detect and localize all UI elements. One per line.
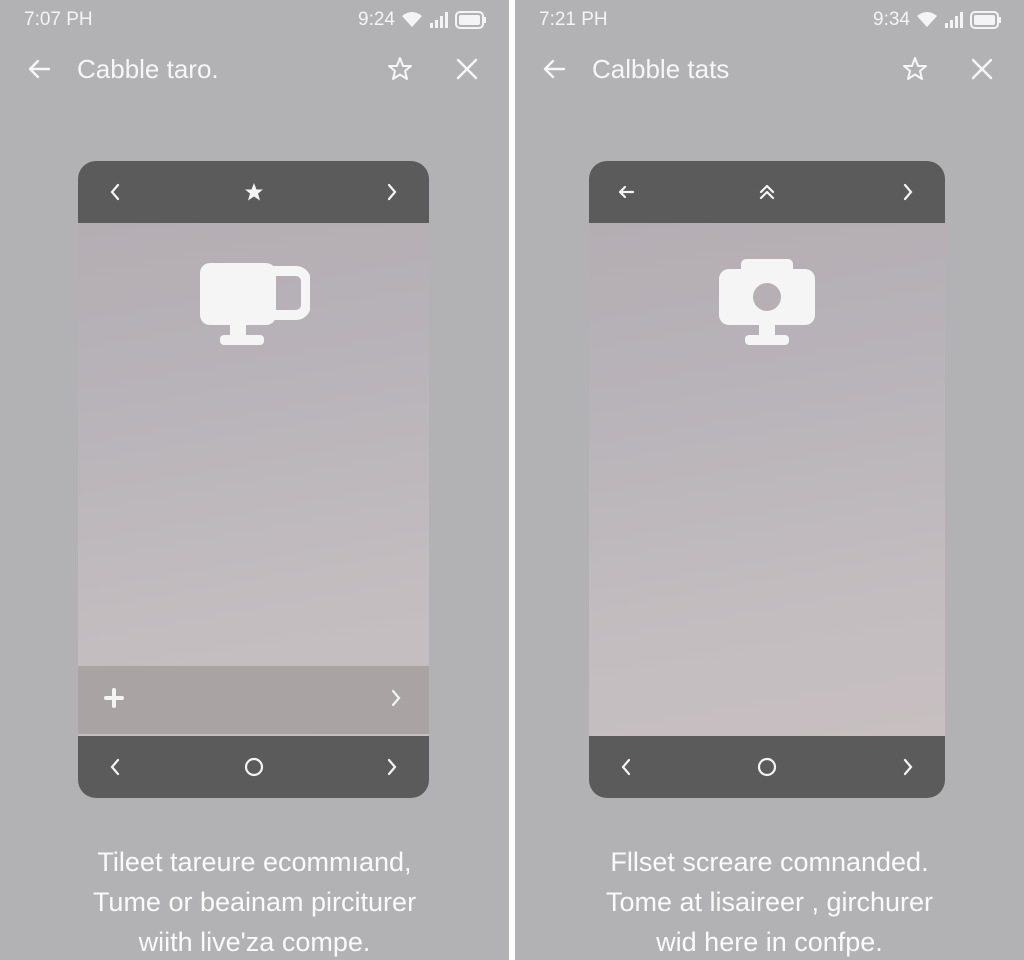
card-bottom-bar — [78, 736, 429, 798]
add-icon[interactable] — [104, 687, 124, 713]
page-title: Calbble tats — [592, 54, 730, 84]
app-bar: Calbble tats — [515, 44, 1024, 94]
caption-line: wid here in confpe. — [656, 927, 883, 957]
page-title: Cabble taro. — [77, 54, 219, 84]
caption-line: Tome at lisaireer , girchurer — [605, 887, 934, 917]
chevron-left-icon[interactable] — [102, 754, 128, 780]
caption-line: Tume or beainam pirciturer — [92, 887, 417, 917]
preview-card — [589, 161, 945, 798]
card-bottom-bar — [589, 736, 945, 798]
caption-line: wiith live'za compe. — [138, 927, 371, 957]
screen-right: 7:21 PH 9:34 Calbble tats Fllset screare… — [515, 0, 1024, 960]
chevron-right-icon[interactable] — [895, 179, 921, 205]
battery-icon — [970, 11, 1001, 29]
wifi-icon — [402, 12, 422, 27]
star-filled-icon[interactable] — [241, 179, 267, 205]
caption-line: Tileet tareure ecommıand, — [97, 847, 412, 877]
card-top-bar — [78, 161, 429, 223]
back-arrow-icon[interactable] — [541, 56, 567, 82]
status-time: 7:07 PH — [24, 9, 93, 30]
circle-icon[interactable] — [241, 754, 267, 780]
caption: Fllset screare comnanded. Tome at lisair… — [515, 842, 1024, 960]
caption-line: Fllset screare comnanded. — [610, 847, 929, 877]
preview-card — [78, 161, 429, 798]
star-outline-icon[interactable] — [902, 56, 928, 82]
close-icon[interactable] — [454, 56, 480, 82]
chevron-right-icon[interactable] — [379, 754, 405, 780]
monitor-camera-icon — [719, 259, 815, 345]
wifi-icon — [917, 12, 937, 27]
status-clock: 9:24 — [358, 9, 395, 30]
back-arrow-icon[interactable] — [26, 56, 52, 82]
double-chevron-up-icon[interactable] — [754, 179, 780, 205]
chevron-left-icon[interactable] — [102, 179, 128, 205]
arrow-left-icon[interactable] — [613, 179, 639, 205]
card-top-bar — [589, 161, 945, 223]
chevron-left-icon[interactable] — [613, 754, 639, 780]
status-bar: 7:21 PH 9:34 — [515, 0, 1024, 38]
chevron-right-icon[interactable] — [895, 754, 921, 780]
app-bar: Cabble taro. — [0, 44, 509, 94]
status-clock: 9:34 — [873, 9, 910, 30]
caption: Tileet tareure ecommıand, Tume or beaina… — [0, 842, 509, 960]
screen-left: 7:07 PH 9:24 Cabble taro. Tileet tareure… — [0, 0, 509, 960]
card-action-bar — [78, 666, 429, 734]
star-outline-icon[interactable] — [387, 56, 413, 82]
battery-icon — [455, 11, 486, 29]
circle-icon[interactable] — [754, 754, 780, 780]
monitor-mug-icon — [199, 263, 310, 345]
close-icon[interactable] — [969, 56, 995, 82]
signal-icon — [430, 12, 448, 28]
chevron-right-icon[interactable] — [389, 688, 403, 713]
status-bar: 7:07 PH 9:24 — [0, 0, 509, 38]
status-time: 7:21 PH — [539, 9, 608, 30]
chevron-right-icon[interactable] — [379, 179, 405, 205]
signal-icon — [945, 12, 963, 28]
